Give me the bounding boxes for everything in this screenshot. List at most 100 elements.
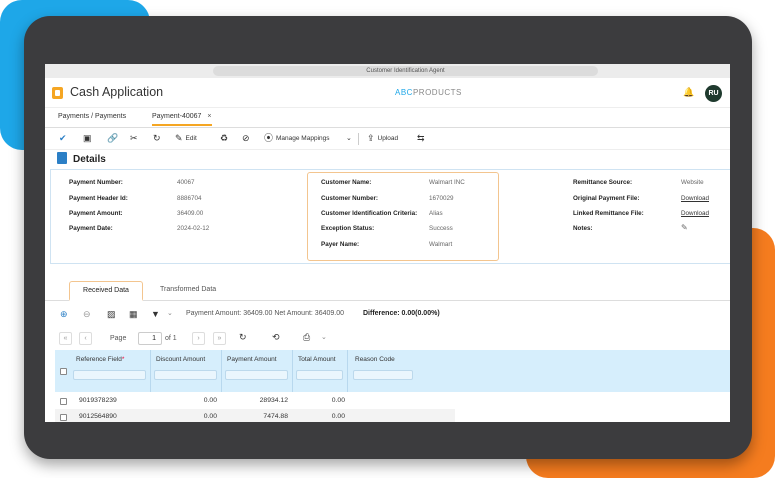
detail-value: 36409.00 — [177, 210, 204, 217]
column-payment-amount[interactable]: Payment Amount — [227, 356, 277, 363]
check-icon[interactable]: ✔ — [59, 133, 67, 144]
cell-payment: 7474.88 — [263, 413, 288, 420]
chevron-down-icon[interactable]: ⌄ — [346, 133, 352, 144]
chevron-down-icon[interactable]: ⌄ — [321, 333, 327, 341]
grid-edit-icon[interactable]: ▦ — [129, 309, 138, 320]
detail-value: 2024-02-12 — [177, 225, 210, 232]
tab-label: Payment-40067 — [152, 113, 202, 120]
filter-reference-input[interactable] — [73, 370, 146, 380]
first-page-button[interactable]: « — [59, 332, 72, 345]
tab-bar: Payments / Payments Payment-40067 × — [45, 108, 730, 128]
detail-key: Linked Remittance File: — [573, 210, 644, 217]
download-original-link[interactable]: Download — [681, 195, 709, 202]
filter-total-input[interactable] — [296, 370, 343, 380]
last-page-button[interactable]: » — [213, 332, 226, 345]
column-label: Reference Field — [76, 356, 122, 363]
pagination-bar: « ‹ Page 1 of 1 › » ↻ ⟲ ⎙ ⌄ — [45, 330, 730, 346]
grid-header: Reference Field* Discount Amount Payment… — [55, 350, 730, 392]
upload-label: Upload — [377, 135, 399, 142]
table-row[interactable]: 9012564890 0.00 7474.88 0.00 — [55, 409, 455, 422]
upload-button[interactable]: ⇪ Upload — [367, 133, 398, 144]
detail-key: Payer Name: — [321, 241, 360, 248]
detail-key: Payment Date: — [69, 225, 113, 232]
filter-icon[interactable]: ▼ — [151, 309, 160, 319]
column-divider — [347, 350, 348, 392]
save-icon[interactable]: ▣ — [83, 133, 92, 144]
detail-value: 40067 — [177, 179, 195, 186]
prev-page-button[interactable]: ‹ — [79, 332, 92, 345]
detail-key: Payment Amount: — [69, 210, 123, 217]
manage-mappings-label: Manage Mappings — [276, 135, 330, 142]
unlink-icon[interactable]: ✂ — [130, 133, 138, 144]
bell-icon[interactable]: 🔔 — [683, 87, 694, 98]
detail-key: Customer Number: — [321, 195, 379, 202]
history-icon[interactable]: ⟲ — [272, 332, 280, 343]
detail-key: Exception Status: — [321, 225, 375, 232]
app-header: Cash Application ABCPRODUCTS 🔔 RU — [45, 78, 730, 108]
tab-payments[interactable]: Payments / Payments — [58, 113, 126, 120]
edit-button[interactable]: ✎ Edit — [175, 133, 197, 144]
block-icon[interactable]: ⊘ — [242, 133, 250, 144]
detail-key: Notes: — [573, 225, 593, 232]
user-avatar[interactable]: RU — [705, 85, 722, 102]
column-total-amount[interactable]: Total Amount — [298, 356, 336, 363]
row-checkbox[interactable] — [60, 398, 67, 405]
manage-mappings-button[interactable]: ⦿ Manage Mappings — [264, 133, 330, 144]
detail-value: Success — [429, 225, 453, 232]
close-icon[interactable]: × — [207, 113, 211, 120]
detail-value: 1670029 — [429, 195, 454, 202]
cell-total: 0.00 — [331, 397, 345, 404]
refresh-icon[interactable]: ↻ — [239, 332, 247, 343]
url-bar[interactable]: Customer Identification Agent — [213, 66, 598, 76]
cell-total: 0.00 — [331, 413, 345, 420]
table-row[interactable]: 9019378239 0.00 28934.12 0.00 — [55, 393, 455, 409]
page-label: Page — [110, 335, 127, 342]
link-icon[interactable]: 🔗 — [107, 133, 118, 144]
filter-reason-input[interactable] — [353, 370, 413, 380]
brand-prefix: ABC — [395, 88, 413, 97]
select-all-checkbox[interactable] — [60, 368, 67, 375]
recycle-icon[interactable]: ♻ — [220, 133, 228, 144]
refresh-icon[interactable]: ↻ — [153, 133, 161, 144]
cell-discount: 0.00 — [203, 413, 217, 420]
filter-discount-input[interactable] — [154, 370, 217, 380]
detail-value: Website — [681, 179, 704, 186]
download-remittance-link[interactable]: Download — [681, 210, 709, 217]
tab-received-data[interactable]: Received Data — [69, 281, 143, 301]
cell-discount: 0.00 — [203, 397, 217, 404]
chevron-down-icon[interactable]: ⌄ — [167, 309, 173, 317]
image-icon[interactable]: ▨ — [107, 309, 116, 320]
column-discount-amount[interactable]: Discount Amount — [156, 356, 205, 363]
row-checkbox[interactable] — [60, 414, 67, 421]
browser-bar: Customer Identification Agent — [45, 64, 730, 78]
detail-key: Customer Name: — [321, 179, 372, 186]
column-reference-field[interactable]: Reference Field* — [76, 356, 124, 363]
detail-value: 8886704 — [177, 195, 202, 202]
toolbar: ✔ ▣ 🔗 ✂ ↻ ✎ Edit ♻ ⊘ ⦿ Manage Mappings ⌄ ⇪… — [45, 128, 730, 150]
page-of-label: of 1 — [165, 335, 177, 342]
tab-payment-40067[interactable]: Payment-40067 × — [152, 113, 212, 126]
detail-value: Alias — [429, 210, 443, 217]
add-circle-icon[interactable]: ⊕ — [60, 309, 68, 320]
details-heading: Details — [57, 152, 106, 165]
export-file-icon[interactable]: ⎙ — [303, 332, 310, 343]
page-number-input[interactable]: 1 — [138, 332, 162, 345]
filter-payment-input[interactable] — [225, 370, 288, 380]
brand-suffix: PRODUCTS — [412, 88, 462, 97]
export-icon[interactable]: ⇆ — [417, 133, 425, 144]
remove-circle-icon[interactable]: ⊖ — [83, 309, 91, 320]
required-marker: * — [121, 356, 125, 363]
document-icon — [57, 152, 67, 164]
app-logo-icon — [52, 87, 63, 99]
detail-key: Customer Identification Criteria: — [321, 210, 418, 217]
detail-value: Walmart — [429, 241, 453, 248]
toolbar-divider — [358, 133, 359, 145]
cell-payment: 28934.12 — [259, 397, 288, 404]
column-reason-code[interactable]: Reason Code — [355, 356, 395, 363]
cell-reference: 9019378239 — [79, 397, 117, 404]
tab-transformed-data[interactable]: Transformed Data — [160, 286, 216, 293]
next-page-button[interactable]: › — [192, 332, 205, 345]
detail-key: Remittance Source: — [573, 179, 633, 186]
edit-notes-icon[interactable]: ✎ — [681, 223, 688, 232]
app-title: Cash Application — [70, 85, 164, 99]
